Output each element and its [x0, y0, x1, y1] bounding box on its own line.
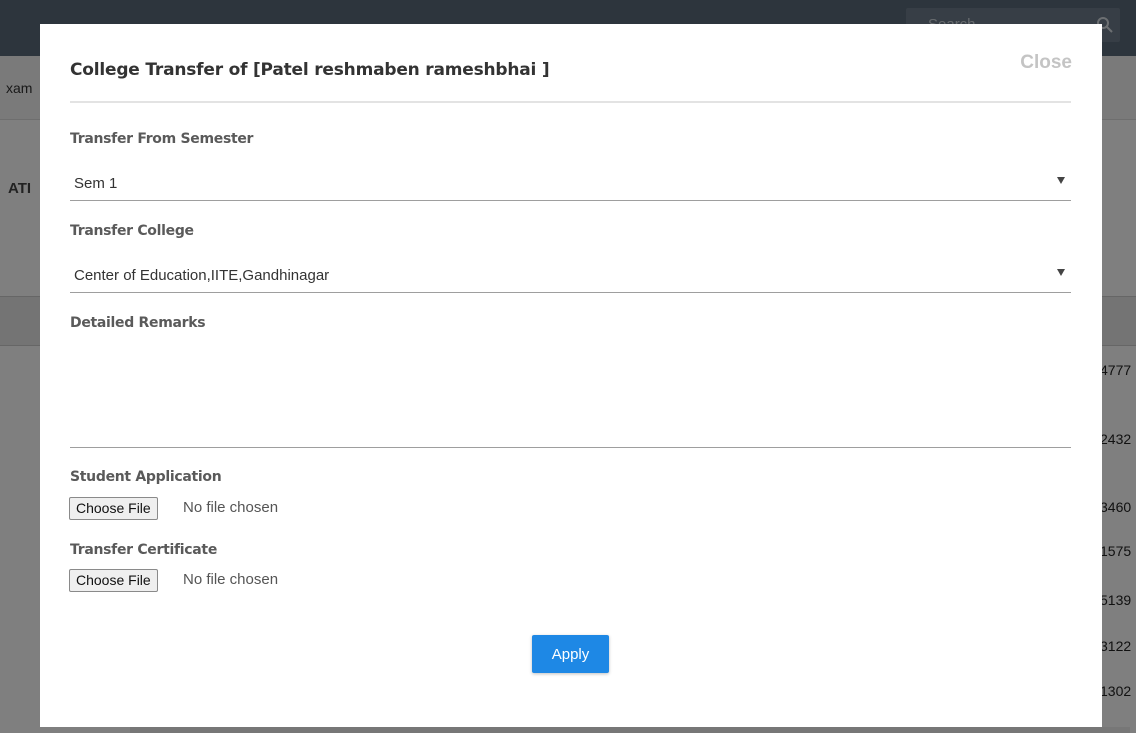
transfer-certificate-file-status: No file chosen — [183, 571, 279, 588]
transfer-certificate-label: Transfer Certificate — [70, 542, 218, 558]
college-select[interactable]: Center of Education,IITE,Gandhinagar — [70, 259, 1071, 293]
apply-button[interactable]: Apply — [532, 635, 609, 673]
caret-down-icon — [1057, 177, 1065, 184]
semester-select-value: Sem 1 — [74, 175, 118, 192]
semester-select[interactable]: Sem 1 — [70, 167, 1071, 201]
college-transfer-modal: College Transfer of [Patel reshmaben ram… — [40, 24, 1102, 727]
title-divider — [70, 101, 1071, 103]
college-label: Transfer College — [70, 223, 194, 239]
student-application-file-status: No file chosen — [183, 499, 279, 516]
student-application-choose-file-button[interactable]: Choose File — [69, 497, 158, 520]
transfer-certificate-choose-file-button[interactable]: Choose File — [69, 569, 158, 592]
student-application-label: Student Application — [70, 469, 222, 485]
remarks-label: Detailed Remarks — [70, 315, 206, 331]
remarks-textarea[interactable] — [70, 346, 1071, 448]
semester-label: Transfer From Semester — [70, 131, 254, 147]
close-button[interactable]: Close — [1020, 52, 1072, 74]
college-select-value: Center of Education,IITE,Gandhinagar — [74, 267, 330, 284]
caret-down-icon — [1057, 269, 1065, 276]
modal-title: College Transfer of [Patel reshmaben ram… — [70, 60, 550, 80]
